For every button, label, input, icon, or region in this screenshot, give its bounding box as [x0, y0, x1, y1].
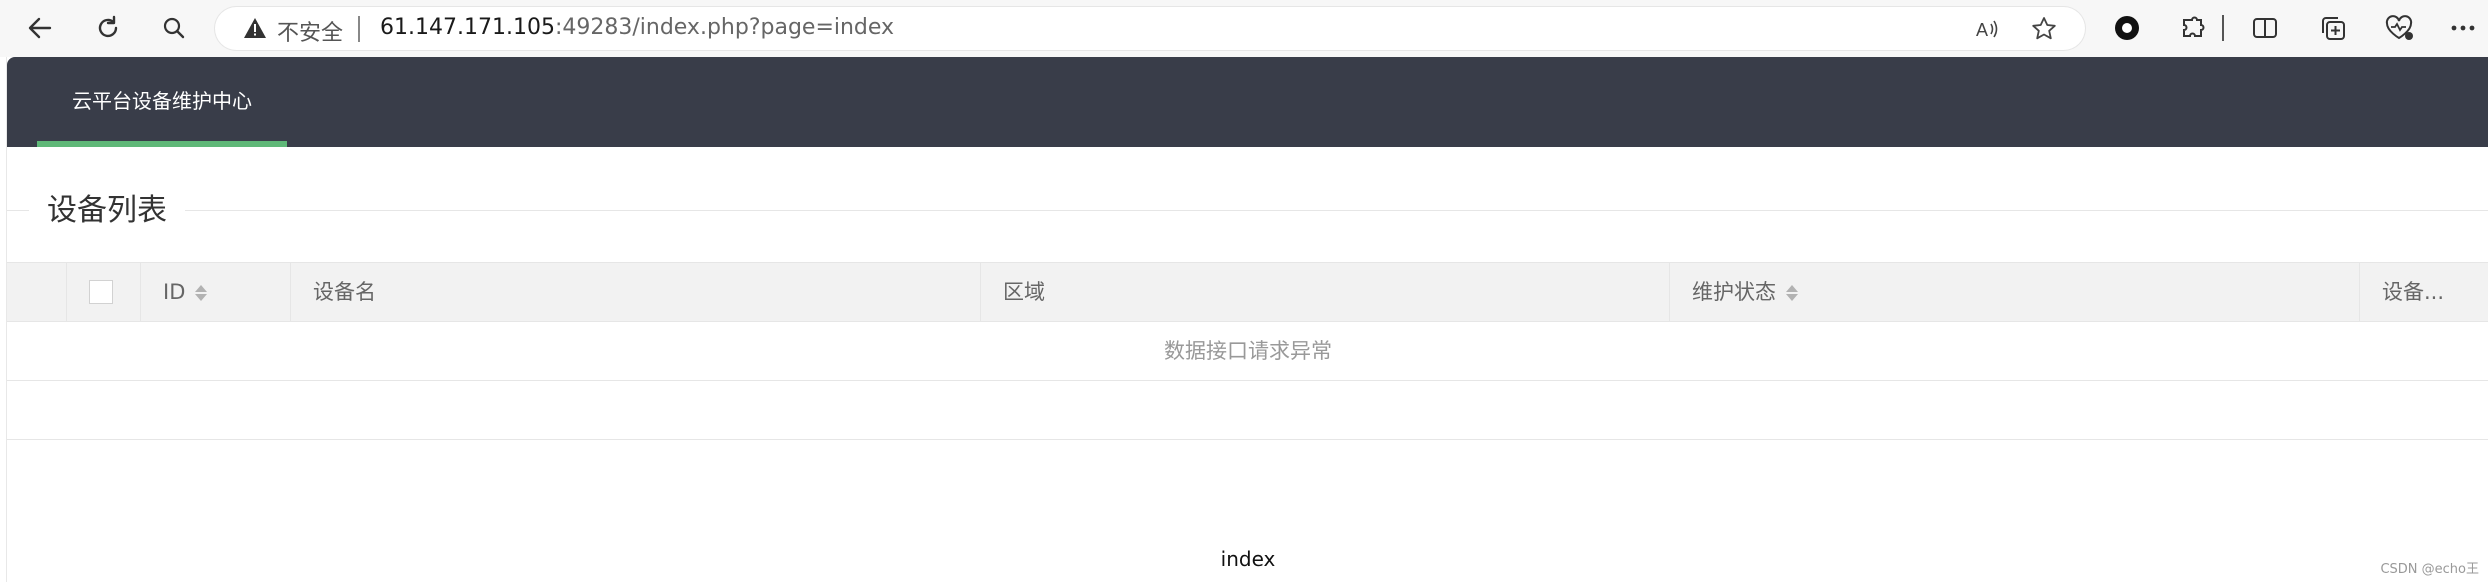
collections-button[interactable] [2318, 13, 2348, 43]
extensions-button[interactable] [2178, 13, 2208, 43]
back-icon [28, 17, 52, 39]
extensions-icon [2183, 16, 2205, 37]
warning-icon [244, 18, 266, 38]
address-bar[interactable]: 不安全 61.147.171.105:49283/index.php?page=… [215, 7, 2085, 50]
browser-toolbar: 不安全 61.147.171.105:49283/index.php?page=… [0, 0, 2488, 57]
url-text[interactable]: 61.147.171.105:49283/index.php?page=inde… [380, 15, 894, 40]
table-row [7, 381, 2488, 440]
th-status-label: 维护状态 [1692, 280, 1776, 304]
empty-message: 数据接口请求异常 [1164, 339, 1332, 363]
record-icon [2115, 16, 2139, 40]
th-region-label: 区域 [1003, 280, 1045, 304]
th-name: 设备名 [291, 263, 981, 321]
sort-icon[interactable] [195, 283, 208, 303]
th-blank [7, 263, 67, 321]
th-status[interactable]: 维护状态 [1670, 263, 2360, 321]
search-icon [163, 17, 185, 39]
toolbar-divider [2218, 13, 2228, 43]
svg-text:A: A [1976, 20, 1988, 40]
th-extra: 设备... [2360, 263, 2488, 321]
split-screen-icon [2253, 18, 2277, 38]
more-icon [2451, 25, 2475, 31]
url-host: 61.147.171.105 [380, 15, 555, 40]
th-checkbox [67, 263, 141, 321]
table-row-empty: 数据接口请求异常 [7, 322, 2488, 381]
th-name-label: 设备名 [313, 280, 376, 304]
th-region: 区域 [981, 263, 1670, 321]
nav-active-indicator [37, 141, 287, 147]
address-divider [358, 16, 360, 42]
th-id[interactable]: ID [141, 263, 291, 321]
search-button[interactable] [156, 10, 192, 46]
th-id-label: ID [163, 280, 186, 304]
reload-button[interactable] [90, 10, 126, 46]
url-path: :49283/index.php?page=index [554, 15, 895, 40]
health-button[interactable] [2384, 13, 2414, 43]
more-button[interactable] [2448, 13, 2478, 43]
favorite-icon[interactable] [2031, 16, 2057, 42]
sort-icon[interactable] [1786, 283, 1798, 303]
section-title: 设备列表 [29, 189, 185, 233]
health-icon [2385, 15, 2413, 40]
app-header: 云平台设备维护中心 [7, 57, 2488, 147]
security-label[interactable]: 不安全 [277, 15, 343, 47]
reload-icon [98, 15, 118, 38]
section-divider [7, 210, 2488, 211]
watermark: CSDN @echo王 [2380, 562, 2479, 577]
select-all-checkbox[interactable] [89, 280, 113, 304]
nav-item-home[interactable]: 云平台设备维护中心 [37, 57, 287, 147]
table-header: ID 设备名 区域 维护状态 设备... [7, 262, 2488, 322]
web-page: 云平台设备维护中心 设备列表 ID 设备名 区域 维护状态 设备... 数据接口… [6, 57, 2488, 582]
record-button[interactable] [2112, 13, 2142, 43]
back-button[interactable] [22, 10, 58, 46]
footer-text: index [1220, 547, 1276, 571]
split-screen-button[interactable] [2250, 13, 2280, 43]
read-aloud-icon[interactable]: A [1975, 16, 2001, 42]
collections-icon [2322, 17, 2345, 40]
th-extra-label: 设备... [2382, 280, 2445, 304]
